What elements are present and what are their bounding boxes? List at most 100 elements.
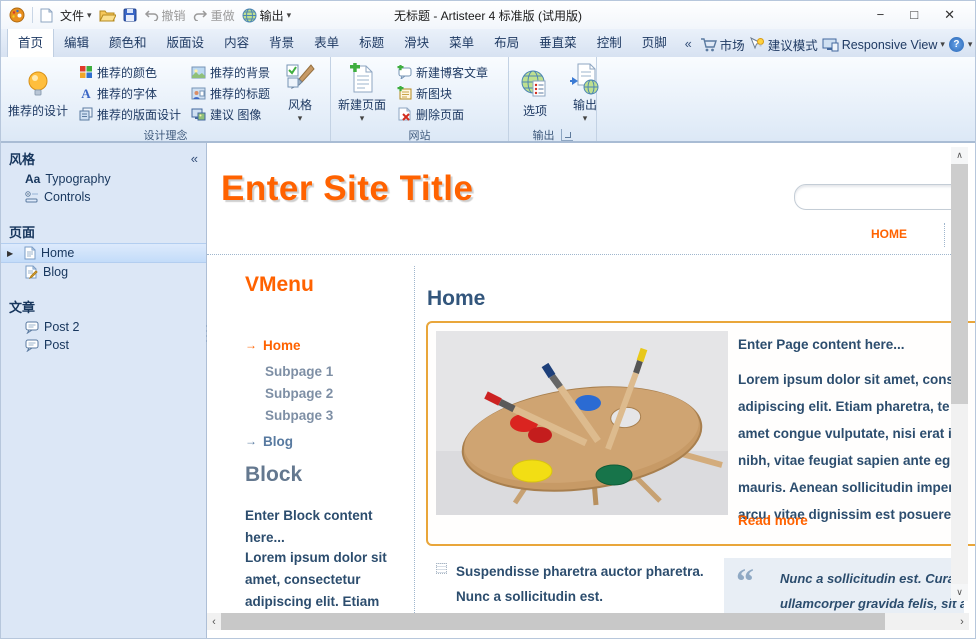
page-body-text: Lorem ipsum dolor sit amet, cons adipisc… bbox=[738, 366, 975, 528]
blog-page-icon bbox=[25, 265, 38, 279]
window-controls: − □ ✕ bbox=[877, 7, 967, 23]
dialog-launcher-icon[interactable] bbox=[561, 129, 573, 141]
responsive-view-label: Responsive View bbox=[842, 38, 938, 52]
tab-forms[interactable]: 表单 bbox=[304, 27, 349, 57]
page-content-box[interactable]: Enter Page content here... Lorem ipsum d… bbox=[426, 321, 975, 546]
suggest-layout-button[interactable]: 推荐的版面设计 bbox=[76, 105, 184, 124]
vertical-scrollbar-thumb[interactable] bbox=[951, 164, 968, 404]
horizontal-scrollbar[interactable]: ‹ › bbox=[207, 613, 969, 630]
page-text[interactable]: Enter Page content here... Lorem ipsum d… bbox=[738, 337, 975, 528]
header-dotted-rule bbox=[207, 254, 951, 255]
suggest-mode-label: 建议模式 bbox=[768, 35, 818, 54]
sidebar-item-controls[interactable]: Controls bbox=[1, 188, 206, 206]
new-block-button[interactable]: 新图块 bbox=[394, 84, 491, 103]
maximize-button[interactable]: □ bbox=[910, 7, 918, 23]
tab-menu[interactable]: 菜单 bbox=[439, 27, 484, 57]
minimize-button[interactable]: − bbox=[877, 7, 885, 23]
sidebar-item-post2[interactable]: Post 2 bbox=[1, 318, 206, 336]
help-button[interactable]: ? bbox=[949, 37, 964, 52]
sidebar-item-page-blog[interactable]: Blog bbox=[1, 263, 206, 281]
svg-text:A: A bbox=[81, 86, 91, 100]
post-bubble-icon bbox=[25, 339, 39, 352]
page-heading[interactable]: Home bbox=[427, 287, 485, 311]
group-title-export: 输出 bbox=[512, 127, 593, 143]
main-body: 风格 « Aa Typography Controls 页面 ▶ Home bbox=[1, 143, 975, 639]
scroll-left-icon[interactable]: ‹ bbox=[207, 616, 221, 628]
tab-content[interactable]: 内容 bbox=[214, 27, 259, 57]
vmenu-item-home[interactable]: → Home bbox=[245, 338, 301, 353]
suggest-header-button[interactable]: 推荐的标题 bbox=[188, 84, 273, 103]
new-document-icon[interactable] bbox=[40, 8, 53, 23]
horizontal-scrollbar-thumb[interactable] bbox=[221, 613, 885, 630]
vmenu-heading[interactable]: VMenu bbox=[245, 273, 314, 297]
site-title[interactable]: Enter Site Title bbox=[221, 169, 473, 209]
toolbar-separator bbox=[32, 7, 33, 23]
vmenu-item-subpage3[interactable]: Subpage 3 bbox=[265, 408, 333, 423]
tab-controls[interactable]: 控制 bbox=[587, 27, 632, 57]
collapse-sidebar-icon[interactable]: « bbox=[191, 151, 198, 166]
tab-background[interactable]: 背景 bbox=[259, 27, 304, 57]
options-button[interactable]: 选项 bbox=[512, 65, 558, 122]
suggest-background-button[interactable]: 推荐的背景 bbox=[188, 63, 273, 82]
new-block-label: 新图块 bbox=[416, 85, 452, 102]
tab-header[interactable]: 标题 bbox=[349, 27, 394, 57]
suggest-mode-button[interactable]: 建议模式 bbox=[749, 35, 818, 54]
block-body-text[interactable]: Lorem ipsum dolor sit amet, consectetur … bbox=[245, 547, 407, 613]
scroll-down-icon[interactable]: ∨ bbox=[951, 584, 968, 601]
suggest-design-button[interactable]: 推荐的设计 bbox=[4, 65, 72, 122]
sidebar-item-page-home[interactable]: ▶ Home bbox=[1, 243, 206, 263]
group-design-ideas: 推荐的设计 推荐的颜色 A 推荐的字体 推荐的版面设计 bbox=[1, 57, 331, 141]
tab-home[interactable]: 首页 bbox=[7, 26, 54, 57]
responsive-view-button[interactable]: Responsive View ▾ bbox=[822, 38, 945, 52]
tab-slider[interactable]: 滑块 bbox=[394, 27, 439, 57]
site-nav-home[interactable]: HOME bbox=[859, 227, 919, 241]
sidebar-item-typography[interactable]: Aa Typography bbox=[1, 170, 206, 188]
vertical-scrollbar[interactable]: ∧ ∨ bbox=[951, 147, 968, 601]
site-search-input[interactable] bbox=[794, 184, 964, 210]
block-placeholder[interactable]: Enter Block content here... bbox=[245, 505, 407, 549]
redo-button[interactable]: 重做 bbox=[193, 7, 235, 24]
scroll-up-icon[interactable]: ∧ bbox=[951, 147, 968, 164]
scroll-right-icon[interactable]: › bbox=[955, 616, 969, 628]
quote-block[interactable]: “ Nunc a sollicitudin est. Curabitu ulla… bbox=[724, 558, 964, 618]
column-dotted-separator bbox=[414, 266, 415, 613]
sidebar-item-post[interactable]: Post bbox=[1, 336, 206, 354]
chevron-down-icon[interactable]: ▾ bbox=[968, 39, 973, 50]
options-label: 选项 bbox=[523, 102, 547, 119]
drag-handle-icon[interactable] bbox=[436, 563, 447, 574]
style-label: 风格 bbox=[288, 96, 312, 113]
open-button[interactable] bbox=[99, 8, 116, 22]
vmenu-item-blog[interactable]: → Blog bbox=[245, 434, 293, 449]
chevron-down-icon: ▾ bbox=[583, 113, 588, 124]
tab-layout-design[interactable]: 版面设 bbox=[157, 27, 215, 57]
vmenu-item-subpage2[interactable]: Subpage 2 bbox=[265, 386, 333, 401]
new-page-button[interactable]: 新建页面 ▾ bbox=[334, 59, 390, 127]
tab-edit[interactable]: 编辑 bbox=[54, 27, 99, 57]
new-blog-post-button[interactable]: 新建博客文章 bbox=[394, 63, 491, 82]
tab-layout[interactable]: 布局 bbox=[484, 27, 529, 57]
palette-photo[interactable] bbox=[436, 331, 728, 515]
style-button[interactable]: 风格 ▾ bbox=[277, 59, 323, 127]
file-menu-button[interactable]: 文件▾ bbox=[60, 7, 92, 24]
suggest-fonts-button[interactable]: A 推荐的字体 bbox=[76, 84, 184, 103]
controls-icon bbox=[25, 191, 39, 203]
suggest-colors-button[interactable]: 推荐的颜色 bbox=[76, 63, 184, 82]
new-page-icon bbox=[348, 62, 376, 96]
delete-page-button[interactable]: 删除页面 bbox=[394, 105, 491, 124]
export-quick-button[interactable]: 输出▾ bbox=[242, 7, 292, 24]
close-button[interactable]: ✕ bbox=[944, 7, 955, 23]
block-heading[interactable]: Block bbox=[245, 463, 302, 487]
suggest-images-button[interactable]: 建议 图像 bbox=[188, 105, 273, 124]
vmenu-item-subpage1[interactable]: Subpage 1 bbox=[265, 364, 333, 379]
design-canvas[interactable]: Enter Site Title HOME VMenu → Home Subpa… bbox=[207, 143, 975, 639]
tab-vertical-menu[interactable]: 垂直菜 bbox=[529, 27, 587, 57]
market-button[interactable]: 市场 bbox=[700, 35, 745, 54]
tab-colors[interactable]: 颜色和 bbox=[99, 27, 157, 57]
undo-button[interactable]: 撤销 bbox=[144, 7, 186, 24]
page-placeholder: Enter Page content here... bbox=[738, 337, 975, 352]
tab-overflow-chevron[interactable]: « bbox=[677, 32, 700, 57]
read-more-link[interactable]: Read more bbox=[738, 513, 808, 528]
post-teaser[interactable]: Suspendisse pharetra auctor pharetra. Nu… bbox=[436, 559, 704, 609]
tab-footer[interactable]: 页脚 bbox=[632, 27, 677, 57]
save-button[interactable] bbox=[123, 8, 137, 22]
